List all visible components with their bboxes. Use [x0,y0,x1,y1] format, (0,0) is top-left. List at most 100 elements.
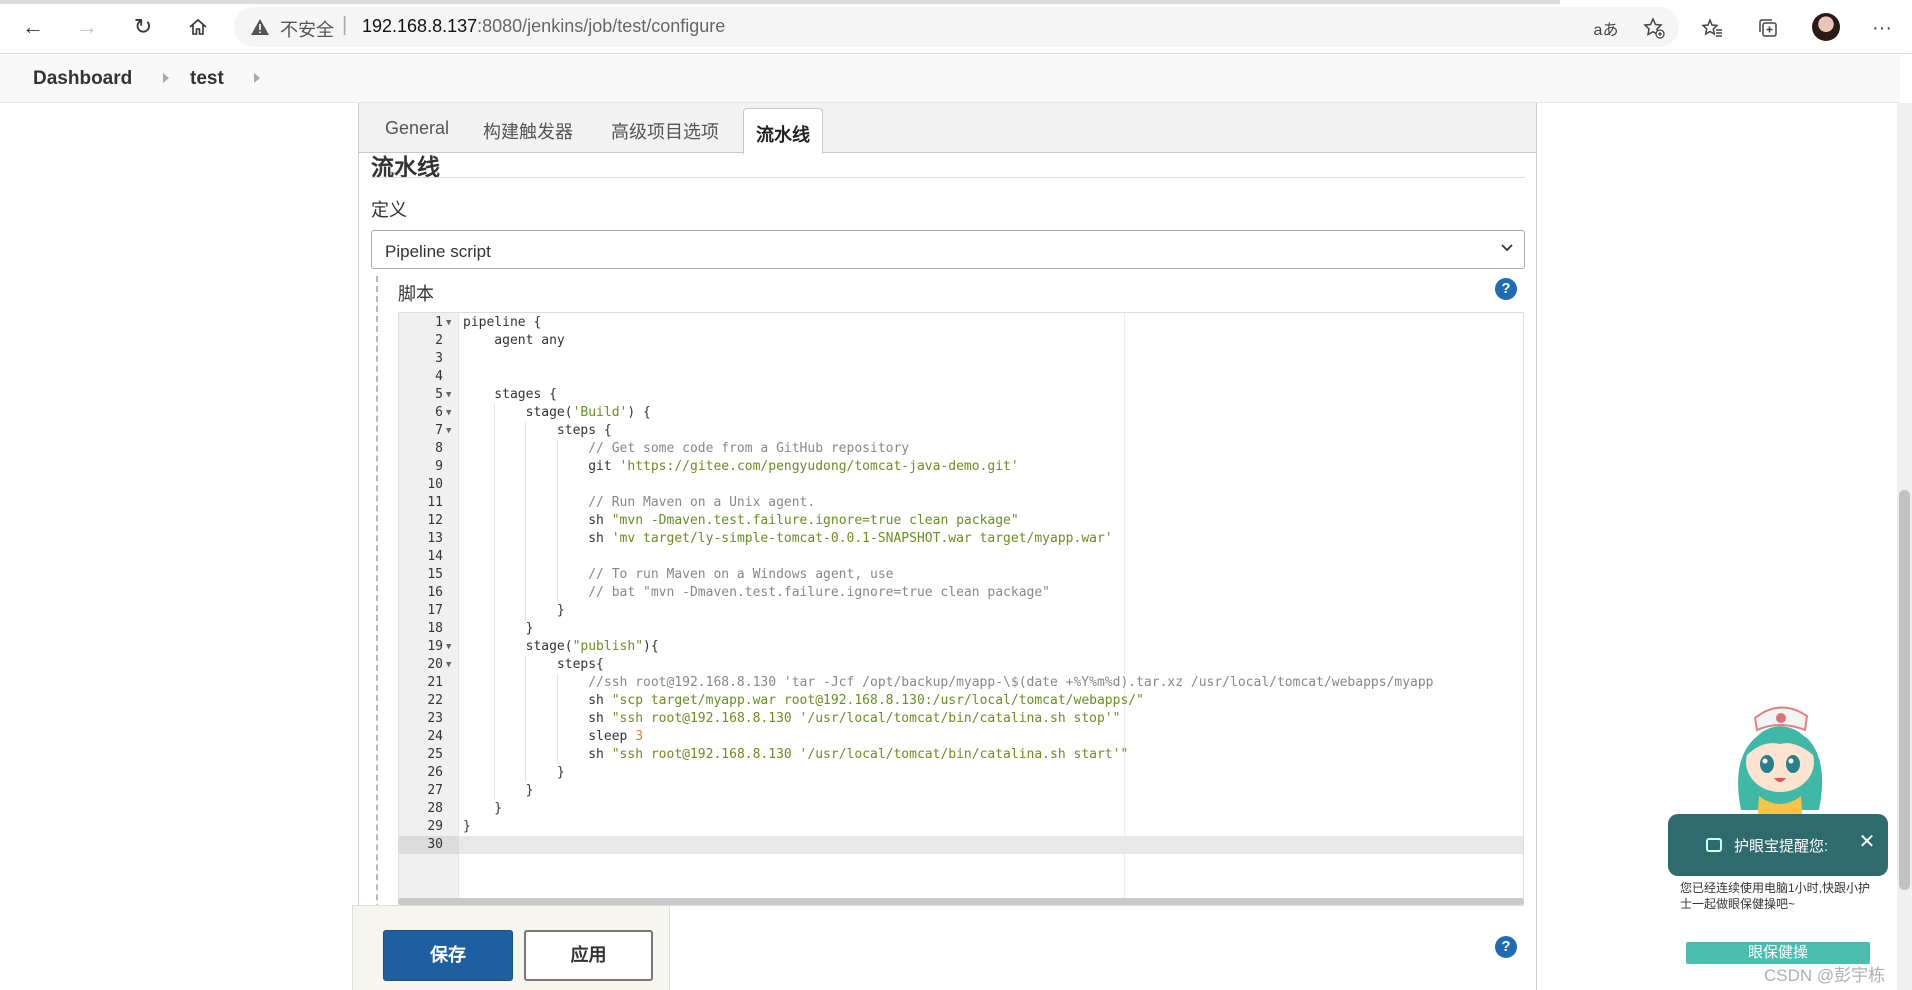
definition-select[interactable]: Pipeline script [371,230,1525,269]
profile-avatar[interactable] [1812,13,1840,41]
fold-toggle-icon[interactable]: ▼ [446,638,451,656]
code-text: } [463,621,534,636]
line-number: 19 [427,639,443,654]
code-text: } [463,819,471,834]
code-line[interactable]: 5 ▼ stages { [399,386,1523,404]
code-line[interactable]: 20 ▼ steps{ [399,656,1523,674]
code-line[interactable]: 14 [399,548,1523,566]
code-line[interactable]: 23 sh "ssh root@192.168.8.130 '/usr/loca… [399,710,1523,728]
code-string: "publish" [572,639,644,654]
code-string: 'mv target/ly-simple-tomcat-0.0.1-SNAPSH… [611,531,1113,546]
indent-guide [525,656,527,782]
script-editor[interactable]: 1 ▼ pipeline {2 agent any 3 4 5 ▼ stages {6 ▼ s… [398,312,1524,906]
warning-icon[interactable] [250,17,270,37]
code-string: "scp target/myapp.war root@192.168.8.130… [611,693,1144,708]
line-number: 8 [435,441,443,456]
breadcrumb-arrow-icon[interactable] [254,73,260,83]
code-line[interactable]: 27 } [399,782,1523,800]
code-line[interactable]: 17 } [399,602,1523,620]
favorites-icon[interactable] [1698,14,1726,42]
code-line[interactable]: 28 } [399,800,1523,818]
code-text: sh "ssh root@192.168.8.130 '/usr/local/t… [463,747,1129,762]
breadcrumb-dashboard[interactable]: Dashboard [33,68,132,90]
line-number: 16 [427,585,443,600]
save-button[interactable]: 保存 [383,930,513,981]
forward-icon[interactable]: → [72,12,102,42]
fold-toggle-icon[interactable]: ▼ [446,656,451,674]
code-text: } [463,783,534,798]
tab-advanced-options[interactable]: 高级项目选项 [611,118,719,144]
apply-button[interactable]: 应用 [524,930,653,981]
code-line[interactable]: 4 [399,368,1523,386]
indent-guide [525,422,527,620]
collections-icon[interactable] [1754,14,1782,42]
code-line[interactable]: 30 [399,836,1523,854]
panel-border [1536,103,1537,990]
home-icon[interactable] [183,12,213,42]
code-line[interactable]: 13 sh 'mv target/ly-simple-tomcat-0.0.1-… [399,530,1523,548]
code-text: //ssh root@192.168.8.130 'tar -Jcf /opt/… [463,674,1433,692]
code-line[interactable]: 11 // Run Maven on a Unix agent. [399,494,1523,512]
page-scrollbar-thumb[interactable] [1899,490,1910,890]
line-number: 17 [427,603,443,618]
tab-build-triggers[interactable]: 构建触发器 [483,118,573,144]
code-line[interactable]: 3 [399,350,1523,368]
read-aloud-icon[interactable]: aあ [1592,14,1620,42]
code-line[interactable]: 7 ▼ steps { [399,422,1523,440]
fold-toggle-icon[interactable]: ▼ [446,422,451,440]
url-text[interactable]: 192.168.8.137:8080/jenkins/job/test/conf… [362,16,725,37]
code-line[interactable]: 6 ▼ stage('Build') { [399,404,1523,422]
code-text: steps{ [463,657,604,672]
code-line[interactable]: 21 //ssh root@192.168.8.130 'tar -Jcf /o… [399,674,1523,692]
code-text: // Get some code from a GitHub repositor… [463,440,909,458]
code-text: stage('Build') { [463,405,651,420]
code-line[interactable]: 15 // To run Maven on a Windows agent, u… [399,566,1523,584]
insecure-label[interactable]: 不安全 [280,16,334,42]
code-text: stage("publish"){ [463,639,659,654]
more-icon[interactable]: ··· [1868,14,1896,42]
code-comment: // Run Maven on a Unix agent. [463,495,816,510]
fold-toggle-icon[interactable]: ▼ [446,404,451,422]
tab-pipeline[interactable]: 流水线 [743,108,823,154]
line-number: 15 [427,567,443,582]
code-line[interactable]: 24 sleep 3 [399,728,1523,746]
code-line[interactable]: 10 [399,476,1523,494]
code-line[interactable]: 16 // bat "mvn -Dmaven.test.failure.igno… [399,584,1523,602]
code-line[interactable]: 26 } [399,764,1523,782]
back-icon[interactable]: ← [18,12,48,42]
code-text: } [463,603,565,618]
code-line[interactable]: 22 sh "scp target/myapp.war root@192.168… [399,692,1523,710]
code-line[interactable]: 12 sh "mvn -Dmaven.test.failure.ignore=t… [399,512,1523,530]
editor-horizontal-scrollbar[interactable] [398,898,1524,905]
code-comment: // Get some code from a GitHub repositor… [463,441,910,456]
code-line[interactable]: 2 agent any [399,332,1523,350]
fold-toggle-icon[interactable]: ▼ [446,314,451,332]
code-line[interactable]: 8 // Get some code from a GitHub reposit… [399,440,1523,458]
code-line[interactable]: 18 } [399,620,1523,638]
refresh-icon[interactable]: ↻ [128,12,158,42]
url-host: 192.168.8.137 [362,16,478,36]
code-number: 3 [635,729,644,744]
close-icon[interactable]: ✕ [1855,830,1879,854]
nurse-mascot-icon [1725,700,1835,825]
breadcrumb-test[interactable]: test [190,68,224,90]
code-line[interactable]: 29} [399,818,1523,836]
code-line[interactable]: 9 git 'https://gitee.com/pengyudong/tomc… [399,458,1523,476]
breadcrumb-arrow-icon[interactable] [163,73,169,83]
help-icon[interactable]: ? [1495,278,1517,300]
tab-general[interactable]: General [385,118,449,139]
code-line[interactable]: 25 sh "ssh root@192.168.8.130 '/usr/loca… [399,746,1523,764]
add-favorite-icon[interactable] [1640,14,1668,42]
indent-guide [494,404,496,800]
code-line[interactable]: 19 ▼ stage("publish"){ [399,638,1523,656]
code-text: sh "mvn -Dmaven.test.failure.ignore=true… [463,513,1019,528]
line-number: 9 [435,459,443,474]
help-icon[interactable]: ? [1495,936,1517,958]
line-number: 21 [427,675,443,690]
line-number: 20 [427,657,443,672]
line-number: 5 [435,387,443,402]
code-line[interactable]: 1 ▼ pipeline { [399,314,1523,332]
code-text: // Run Maven on a Unix agent. [463,494,815,512]
fold-toggle-icon[interactable]: ▼ [446,386,451,404]
eye-care-message: 您已经连续使用电脑1小时,快跟小护士一起做眼保健操吧~ [1680,881,1871,911]
